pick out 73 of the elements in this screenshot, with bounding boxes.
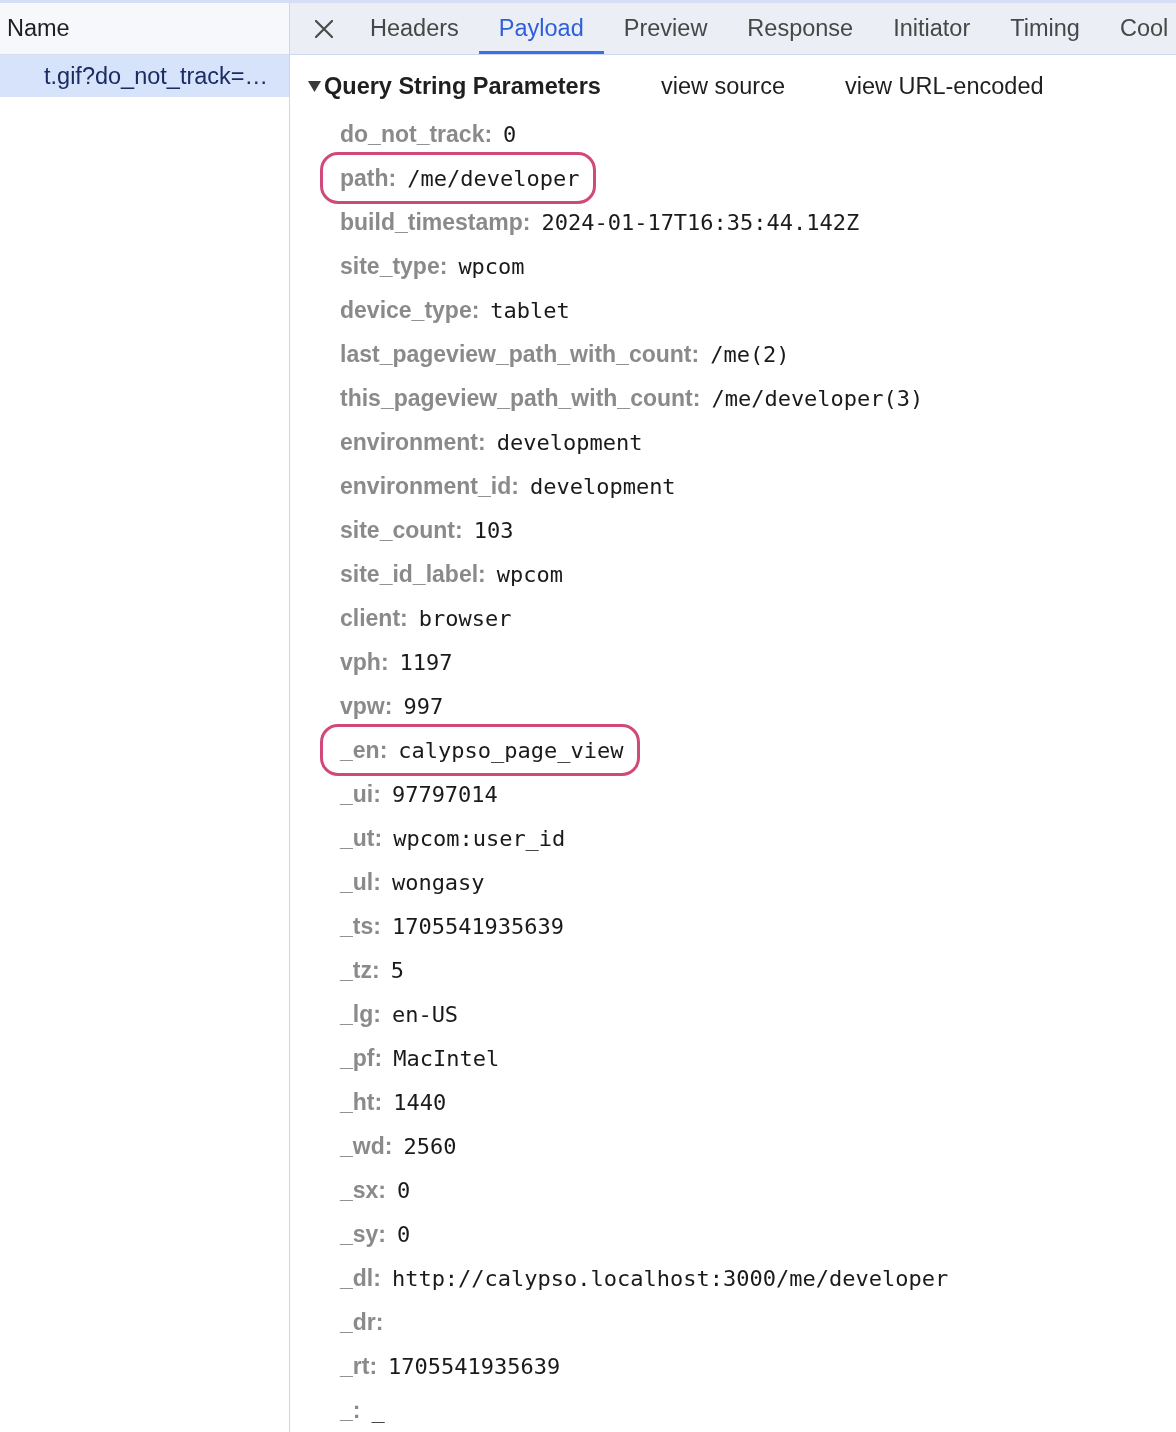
param-key: environment:: [340, 428, 486, 456]
param-value: 2560: [403, 1133, 457, 1159]
column-header[interactable]: Name: [0, 3, 289, 55]
param-key: _ut:: [340, 824, 383, 852]
param-key: _:: [340, 1396, 361, 1424]
param-key: vph:: [340, 648, 389, 676]
param-value: 0: [503, 121, 517, 147]
param-key: _ul:: [340, 868, 381, 896]
param-key: device_type:: [340, 296, 480, 324]
param-value: http://calypso.localhost:3000/me/developer: [391, 1265, 949, 1291]
param-value: 5: [390, 957, 404, 983]
tab[interactable]: Timing: [990, 3, 1100, 54]
disclosure-triangle-icon[interactable]: [308, 80, 321, 92]
param-key: _ts:: [340, 912, 381, 940]
param-key: do_not_track:: [340, 120, 493, 148]
param-value: browser: [418, 605, 512, 631]
tab[interactable]: Initiator: [873, 3, 991, 54]
param-key: _lg:: [340, 1000, 381, 1028]
param-value: wongasy: [391, 869, 485, 895]
param-key: _dl:: [340, 1264, 381, 1292]
tab[interactable]: Preview: [603, 3, 728, 54]
param-key: environment_id:: [340, 472, 519, 500]
param-key: _sy:: [340, 1220, 387, 1248]
request-item[interactable]: t.gif?do_not_track=…: [0, 55, 289, 97]
param-value: 1705541935639: [388, 1353, 561, 1379]
param-value: en-US: [391, 1001, 459, 1027]
param-value: 0: [397, 1221, 411, 1247]
param-value: 2024-01-17T16:35:44.142Z: [541, 209, 860, 235]
param-value: 0: [397, 1177, 411, 1203]
tab[interactable]: Payload: [478, 3, 604, 54]
param-key: _wd:: [340, 1132, 393, 1160]
param-value: tablet: [490, 297, 570, 323]
param-value: /me/developer: [407, 165, 580, 191]
param-key: _ht:: [340, 1088, 383, 1116]
param-key: site_id_label:: [340, 560, 486, 588]
tab[interactable]: Response: [727, 3, 874, 54]
param-value: MacIntel: [393, 1045, 500, 1071]
param-value: wpcom: [496, 561, 563, 587]
section-title[interactable]: Query String Parameters: [324, 72, 601, 100]
param-value: wpcom:user_id: [393, 825, 566, 851]
param-value: 1197: [399, 649, 453, 675]
param-key: site_type:: [340, 252, 448, 280]
param-value: 97797014: [391, 781, 498, 807]
param-key: _sx:: [340, 1176, 387, 1204]
view-link[interactable]: view URL-encoded: [845, 72, 1044, 100]
param-value: development: [529, 473, 676, 499]
tab[interactable]: Cool: [1099, 3, 1176, 54]
param-value: /me/developer(3): [711, 385, 924, 411]
param-value: 1440: [393, 1089, 447, 1115]
param-key: build_timestamp:: [340, 208, 531, 236]
param-value: wpcom: [458, 253, 525, 279]
param-value: /me(2): [710, 341, 790, 367]
param-key: _ui:: [340, 780, 381, 808]
param-value: 1705541935639: [391, 913, 565, 939]
close-icon: [315, 19, 333, 38]
param-key: _tz:: [340, 956, 380, 984]
param-key: site_count:: [340, 516, 463, 544]
param-key: last_pageview_path_with_count:: [340, 340, 700, 368]
param-value: development: [496, 429, 643, 455]
param-key: this_pageview_path_with_count:: [340, 384, 701, 412]
param-key: _dr:: [340, 1308, 384, 1336]
view-link[interactable]: view source: [660, 72, 785, 100]
param-value: calypso_page_view: [398, 737, 624, 763]
param-value: 997: [403, 693, 444, 719]
param-key: _en:: [340, 736, 388, 764]
param-value: _: [371, 1397, 385, 1423]
param-key: client:: [340, 604, 408, 632]
param-key: _pf:: [340, 1044, 383, 1072]
tab[interactable]: Headers: [350, 3, 479, 54]
param-key: vpw:: [340, 692, 393, 720]
param-key: path:: [340, 164, 397, 192]
param-key: _rt:: [340, 1352, 378, 1380]
param-value: 103: [473, 517, 514, 543]
